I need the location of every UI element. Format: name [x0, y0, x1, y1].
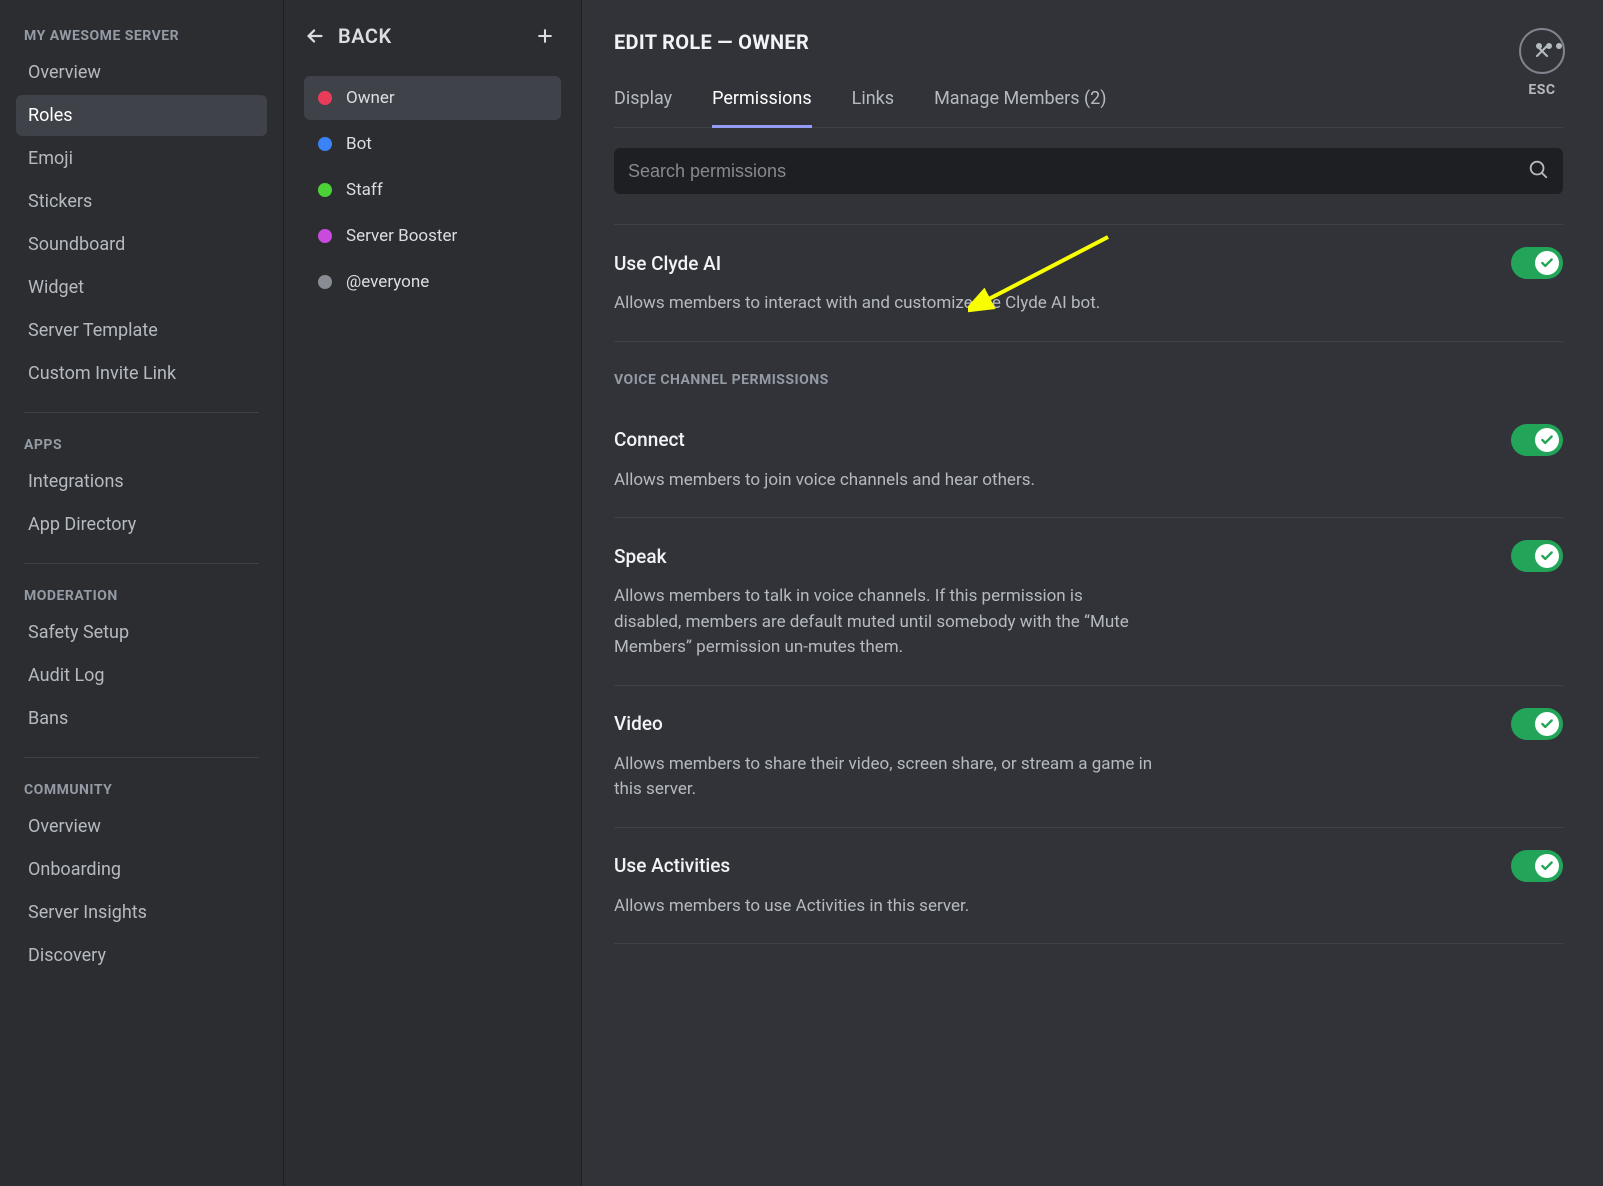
- nav-onboarding[interactable]: Onboarding: [16, 849, 267, 890]
- add-role-button[interactable]: [529, 20, 561, 52]
- permission-title: Connect: [614, 428, 685, 451]
- check-icon: [1535, 854, 1559, 878]
- permission-row: Video Allows members to share their vide…: [614, 686, 1563, 828]
- permission-desc: Allows members to share their video, scr…: [614, 752, 1154, 803]
- check-icon: [1535, 544, 1559, 568]
- section-header-community: COMMUNITY: [24, 782, 259, 798]
- nav-custom-invite[interactable]: Custom Invite Link: [16, 353, 267, 394]
- check-icon: [1535, 712, 1559, 736]
- role-color-dot: [318, 137, 332, 151]
- role-item-staff[interactable]: Staff: [304, 168, 561, 212]
- search-input[interactable]: [628, 161, 1527, 182]
- nav-bans[interactable]: Bans: [16, 698, 267, 739]
- role-color-dot: [318, 229, 332, 243]
- close-container: ESC: [1519, 28, 1565, 98]
- permission-desc: Allows members to join voice channels an…: [614, 468, 1154, 494]
- tab-display[interactable]: Display: [614, 76, 672, 128]
- voice-section-header: VOICE CHANNEL PERMISSIONS: [614, 372, 1563, 388]
- role-item-bot[interactable]: Bot: [304, 122, 561, 166]
- plus-icon: [535, 26, 555, 46]
- tab-links[interactable]: Links: [852, 76, 894, 128]
- nav-server-insights[interactable]: Server Insights: [16, 892, 267, 933]
- close-icon: [1532, 41, 1552, 61]
- page-title: EDIT ROLE — OWNER: [614, 30, 809, 54]
- permission-toggle[interactable]: [1511, 247, 1563, 279]
- permission-toggle[interactable]: [1511, 540, 1563, 572]
- section-header-server: MY AWESOME SERVER: [24, 28, 259, 44]
- nav-server-template[interactable]: Server Template: [16, 310, 267, 351]
- permission-desc: Allows members to use Activities in this…: [614, 894, 1154, 920]
- nav-comm-overview[interactable]: Overview: [16, 806, 267, 847]
- divider: [24, 757, 259, 758]
- divider: [24, 563, 259, 564]
- nav-soundboard[interactable]: Soundboard: [16, 224, 267, 265]
- roles-column: BACK Owner Bot Staff Server Booster @eve…: [283, 0, 581, 1186]
- close-label: ESC: [1528, 82, 1555, 98]
- nav-app-directory[interactable]: App Directory: [16, 504, 267, 545]
- main-content: EDIT ROLE — OWNER Display Permissions Li…: [581, 0, 1603, 1186]
- nav-roles[interactable]: Roles: [16, 95, 267, 136]
- role-item-everyone[interactable]: @everyone: [304, 260, 561, 304]
- permission-toggle[interactable]: [1511, 708, 1563, 740]
- permission-row: Use Activities Allows members to use Act…: [614, 828, 1563, 945]
- nav-audit-log[interactable]: Audit Log: [16, 655, 267, 696]
- role-label: Staff: [346, 180, 383, 200]
- permission-row: Speak Allows members to talk in voice ch…: [614, 518, 1563, 686]
- section-header-moderation: MODERATION: [24, 588, 259, 604]
- permission-row: Connect Allows members to join voice cha…: [614, 402, 1563, 519]
- role-label: Server Booster: [346, 226, 457, 246]
- section-header-apps: APPS: [24, 437, 259, 453]
- nav-widget[interactable]: Widget: [16, 267, 267, 308]
- permission-title: Speak: [614, 545, 667, 568]
- nav-emoji[interactable]: Emoji: [16, 138, 267, 179]
- permission-toggle[interactable]: [1511, 424, 1563, 456]
- tab-permissions[interactable]: Permissions: [712, 76, 812, 128]
- settings-sidebar: MY AWESOME SERVER Overview Roles Emoji S…: [0, 0, 283, 1186]
- tabs: Display Permissions Links Manage Members…: [614, 76, 1563, 128]
- divider: [24, 412, 259, 413]
- role-color-dot: [318, 275, 332, 289]
- role-label: Bot: [346, 134, 372, 154]
- check-icon: [1535, 251, 1559, 275]
- tab-manage-members[interactable]: Manage Members (2): [934, 76, 1106, 128]
- back-label: BACK: [338, 24, 392, 48]
- nav-safety-setup[interactable]: Safety Setup: [16, 612, 267, 653]
- permission-title: Video: [614, 712, 663, 735]
- role-label: Owner: [346, 88, 395, 108]
- permission-desc: Allows members to interact with and cust…: [614, 291, 1154, 317]
- permission-title: Use Clyde AI: [614, 252, 721, 275]
- check-icon: [1535, 428, 1559, 452]
- permission-title: Use Activities: [614, 854, 730, 877]
- role-label: @everyone: [346, 272, 429, 292]
- permission-row: Use Clyde AI Allows members to interact …: [614, 224, 1563, 342]
- permission-toggle[interactable]: [1511, 850, 1563, 882]
- back-button[interactable]: BACK: [304, 24, 392, 48]
- role-item-owner[interactable]: Owner: [304, 76, 561, 120]
- nav-overview[interactable]: Overview: [16, 52, 267, 93]
- nav-discovery[interactable]: Discovery: [16, 935, 267, 976]
- arrow-left-icon: [304, 25, 326, 47]
- role-color-dot: [318, 183, 332, 197]
- close-button[interactable]: [1519, 28, 1565, 74]
- search-permissions-box[interactable]: [614, 148, 1563, 194]
- role-item-server-booster[interactable]: Server Booster: [304, 214, 561, 258]
- permission-desc: Allows members to talk in voice channels…: [614, 584, 1154, 661]
- nav-integrations[interactable]: Integrations: [16, 461, 267, 502]
- search-icon: [1527, 158, 1549, 184]
- nav-stickers[interactable]: Stickers: [16, 181, 267, 222]
- role-color-dot: [318, 91, 332, 105]
